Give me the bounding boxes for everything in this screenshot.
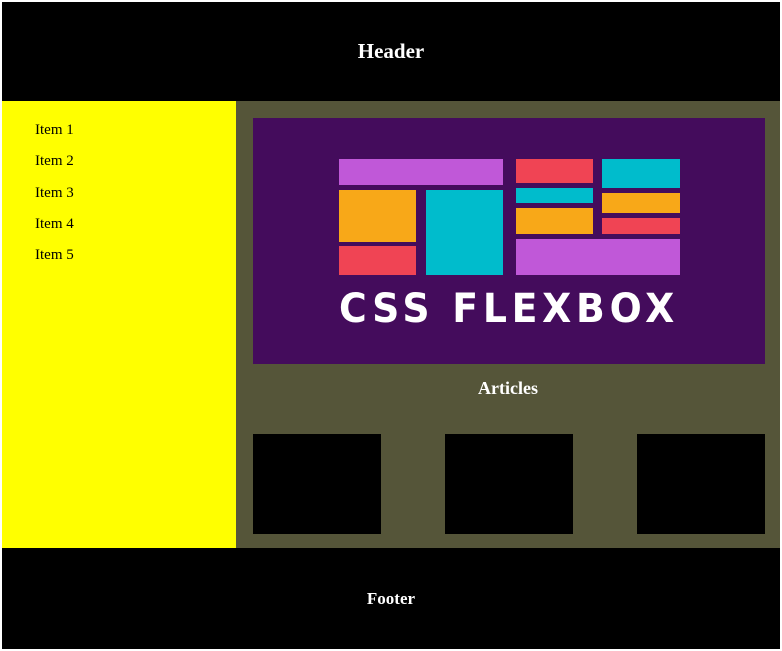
article-card[interactable] (445, 434, 573, 534)
page-header: Header (2, 2, 780, 101)
logo-block-cyan-right (602, 159, 680, 188)
logo-block-orange-left (339, 190, 416, 242)
sidebar-list: Item 1 Item 2 Item 3 Item 4 Item 5 (2, 121, 236, 277)
article-cards (253, 434, 765, 534)
page-layout: Header Item 1 Item 2 Item 3 Item 4 Item … (2, 2, 780, 649)
logo-block-red-mid (516, 159, 593, 183)
logo-block-cyan-mid (516, 188, 593, 203)
logo-block-purple-top (339, 159, 503, 185)
article-card[interactable] (253, 434, 381, 534)
logo-block-red-right (602, 218, 680, 234)
article-card[interactable] (637, 434, 765, 534)
logo-block-cyan-tall (426, 190, 503, 275)
logo-block-purple-bottom (516, 239, 680, 275)
sidebar: Item 1 Item 2 Item 3 Item 4 Item 5 (2, 101, 236, 548)
css-flexbox-hero-image: CSS FLEXBOX (253, 118, 765, 364)
page-footer: Footer (2, 548, 780, 649)
logo-block-orange-right (602, 193, 680, 213)
sidebar-item-3[interactable]: Item 3 (35, 184, 236, 215)
header-title: Header (357, 39, 425, 63)
footer-title: Footer (366, 588, 416, 608)
logo-block-red-left (339, 246, 416, 275)
main-content: CSS FLEXBOX Articles (236, 101, 780, 548)
css-flexbox-logo: CSS FLEXBOX (339, 159, 680, 332)
logo-block-orange-mid (516, 208, 593, 234)
logo-text: CSS FLEXBOX (339, 286, 679, 332)
sidebar-item-1[interactable]: Item 1 (35, 121, 236, 152)
articles-title: Articles (478, 378, 538, 398)
sidebar-item-5[interactable]: Item 5 (35, 246, 236, 277)
sidebar-item-4[interactable]: Item 4 (35, 215, 236, 246)
content-area: Item 1 Item 2 Item 3 Item 4 Item 5 CSS F… (2, 101, 780, 548)
sidebar-item-2[interactable]: Item 2 (35, 152, 236, 183)
